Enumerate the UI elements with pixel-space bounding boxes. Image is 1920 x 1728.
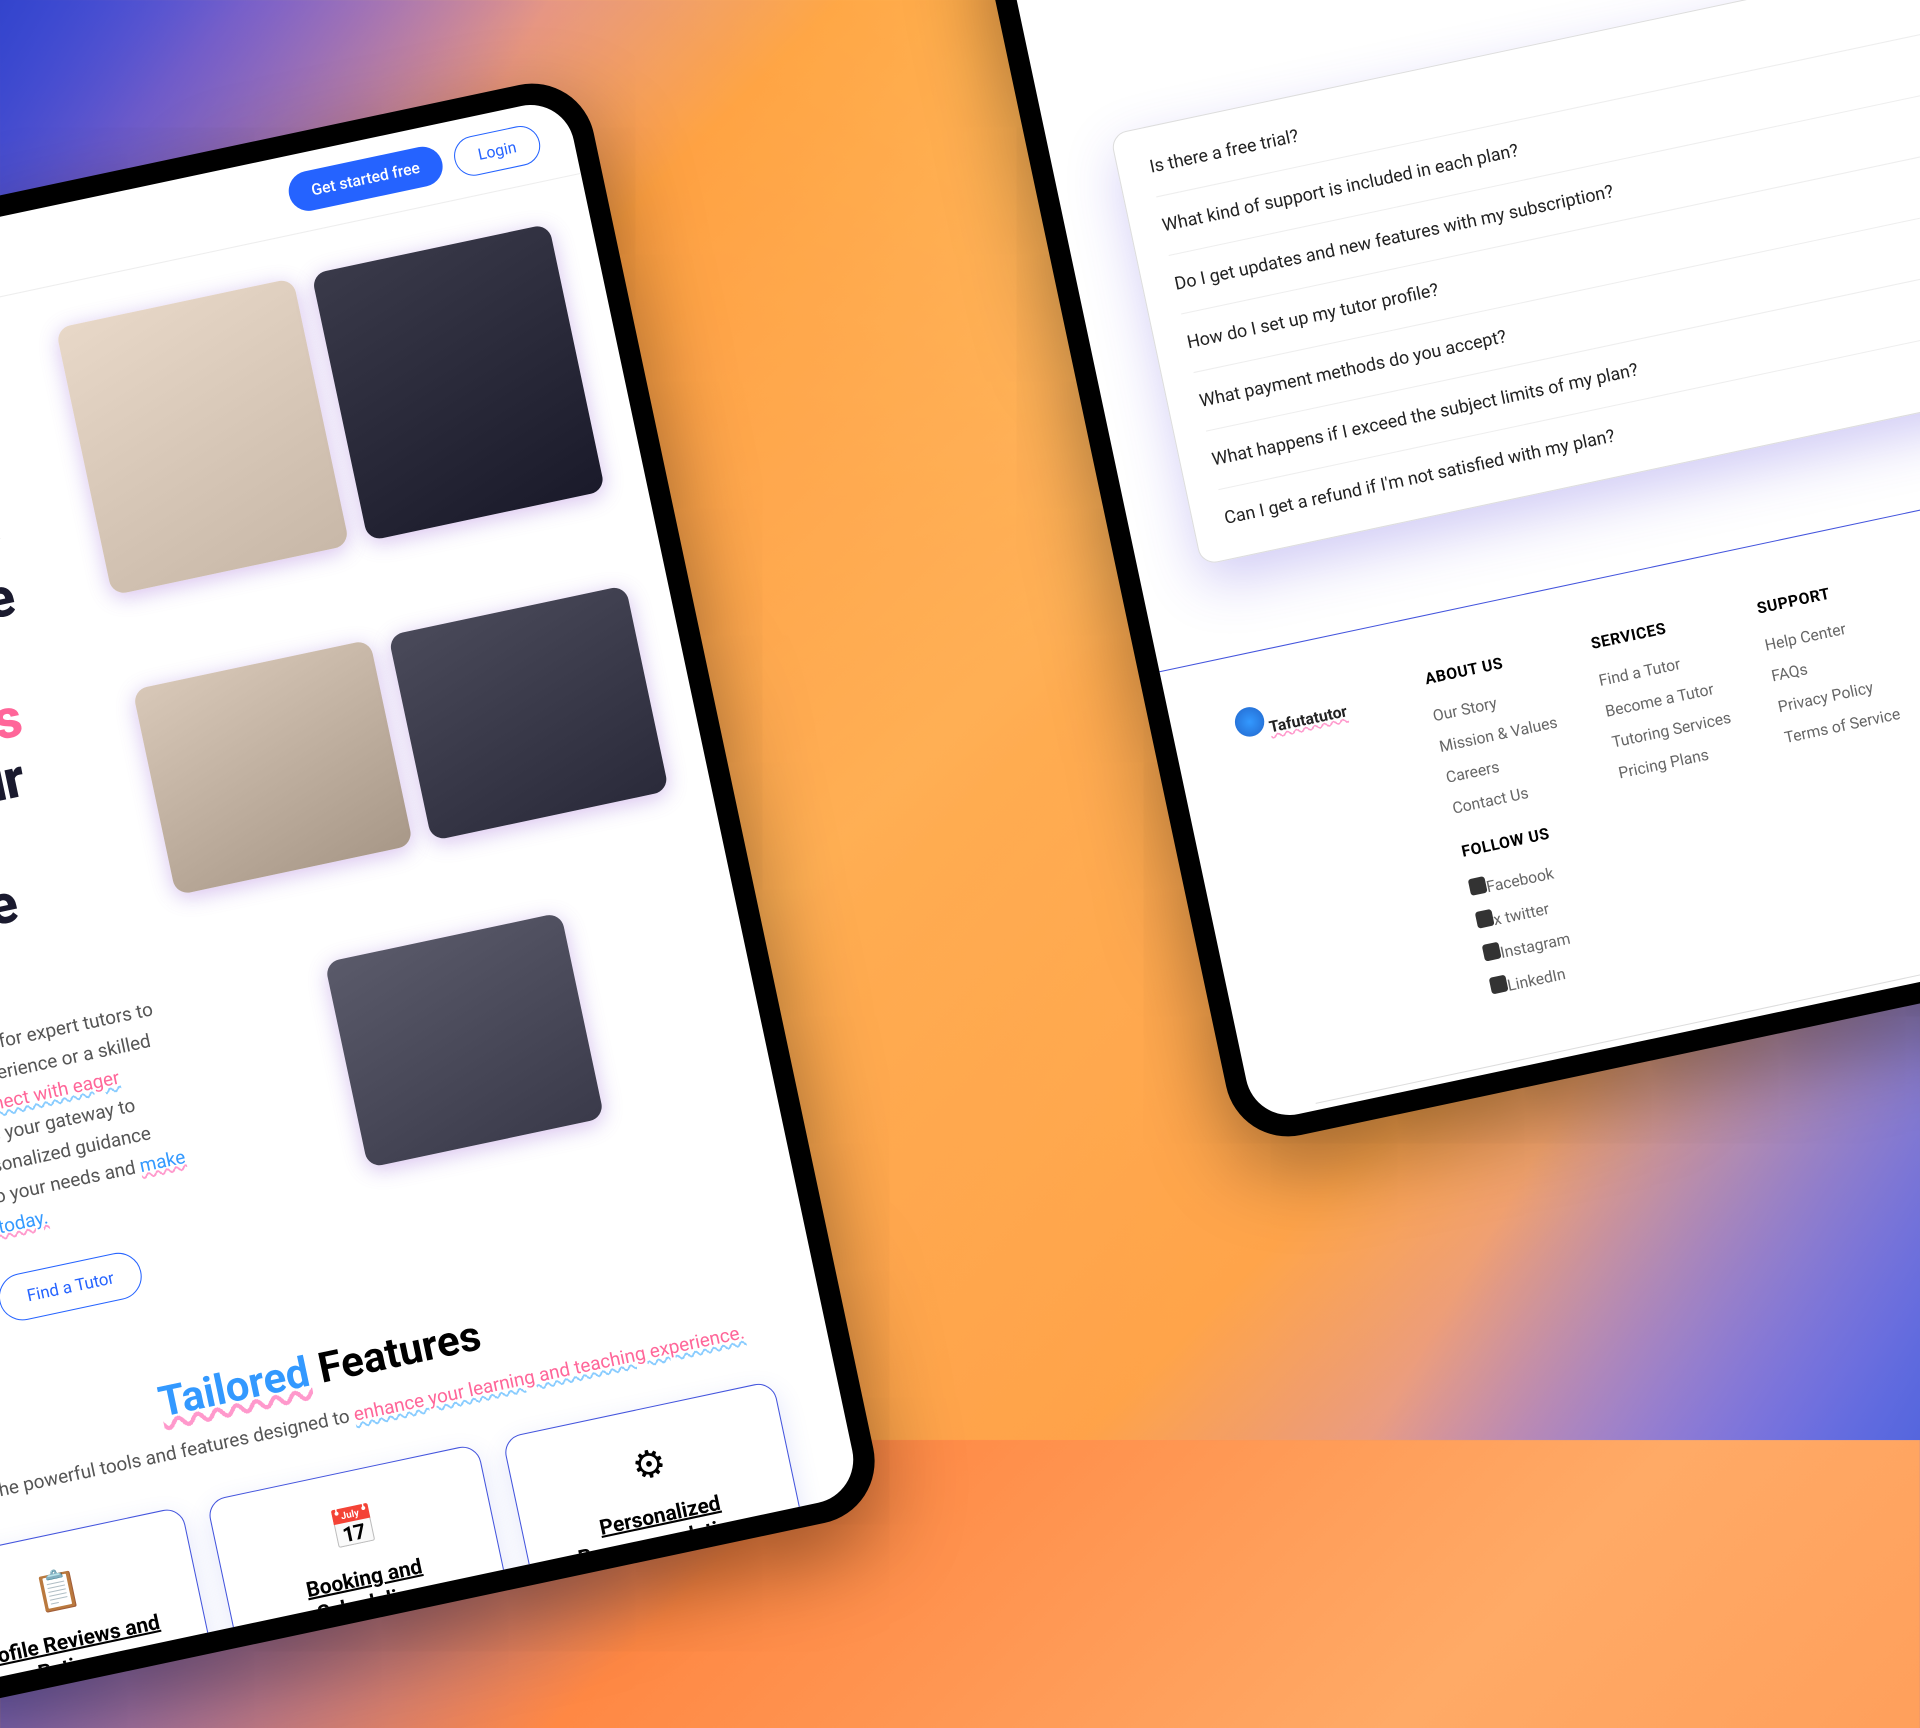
feature-card-booking: 📅 Booking and Scheduling Easily book and… <box>206 1444 537 1703</box>
faq-section: Is there a free trial?⌄ What kind of sup… <box>1042 0 1920 610</box>
hero-image-1 <box>56 278 350 595</box>
feature-card-matching: 👤 Student Matching Receive suggestions f… <box>567 1687 861 1703</box>
footer-about-heading: ABOUT US <box>1423 643 1552 688</box>
footer-columns: Tafutatutor ABOUT US Our Story Mission &… <box>1232 527 1920 1051</box>
hero-title-post: Elevate Your Learning Experience Today! <box>0 746 30 1046</box>
features-heading-accent: Tailored <box>154 1348 314 1428</box>
find-tutor-button[interactable]: Find a Tutor <box>0 1249 146 1325</box>
feature-title: Profile Reviews and Ratings <box>0 1606 186 1702</box>
footer-support-col: SUPPORT Help Center FAQs Privacy Policy … <box>1755 573 1920 941</box>
footer-services-heading: SERVICES <box>1589 608 1718 653</box>
hero-description: Whether you're searching for expert tuto… <box>0 994 198 1280</box>
social-label: Facebook <box>1485 864 1556 897</box>
feature-desc: Easily book and schedule tutoring sessio… <box>265 1604 500 1703</box>
footer-services-col: SERVICES Find a Tutor Become a Tutor Tut… <box>1589 608 1786 976</box>
footer-about-col: ABOUT US Our Story Mission & Values Care… <box>1423 643 1620 1011</box>
social-label: LinkedIn <box>1506 964 1568 995</box>
footer-brand-col: Tafutatutor <box>1232 679 1454 1052</box>
faq-question: Is there a free trial? <box>1148 126 1301 178</box>
faq-box: Is there a free trial?⌄ What kind of sup… <box>1110 0 1920 566</box>
feature-card-reviews: 📋 Profile Reviews and Ratings Read revie… <box>0 1507 241 1704</box>
social-label: x twitter <box>1492 899 1551 929</box>
hero-image-5 <box>324 913 604 1169</box>
login-button[interactable]: Login <box>450 122 544 179</box>
globe-icon <box>1232 704 1267 739</box>
social-label: Instagram <box>1499 929 1572 962</box>
footer-follow-heading: FOLLOW US <box>1460 816 1589 861</box>
get-started-free-button[interactable]: Get started free <box>285 143 447 215</box>
feature-card-recommendations: ⚙ Personalized Recommendations Get sugge… <box>502 1381 833 1703</box>
hero-image-3 <box>132 640 413 896</box>
hero-image-4 <box>388 585 669 841</box>
hero-image-2 <box>311 224 605 541</box>
footer-logo: Tafutatutor <box>1232 679 1389 744</box>
feature-desc: Get suggestions for tutors based on lear… <box>561 1541 796 1657</box>
footer-support-heading: SUPPORT <box>1755 573 1884 618</box>
feature-desc: Read reviews and ratings from other stud… <box>0 1667 208 1703</box>
footer-brand-name: Tafutatutor <box>1267 702 1348 737</box>
